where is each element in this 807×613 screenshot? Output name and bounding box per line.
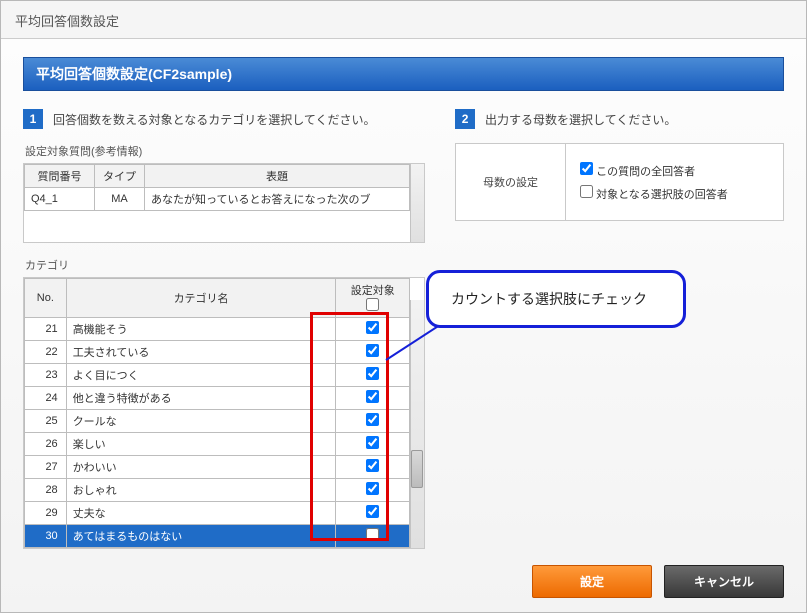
table-row[interactable]: 30あてはまるものはない	[25, 525, 410, 548]
table-row[interactable]: 29丈夫な	[25, 502, 410, 525]
cat-cell-name: 楽しい	[66, 433, 336, 456]
reference-label: 設定対象質問(参考情報)	[25, 143, 425, 159]
callout-bubble: カウントする選択肢にチェック	[426, 270, 686, 328]
cat-cell-no: 28	[25, 479, 67, 502]
cat-cell-target	[336, 364, 410, 387]
denom-option-2[interactable]: 対象となる選択肢の回答者	[580, 185, 769, 202]
cat-cell-no: 30	[25, 525, 67, 548]
reference-table: 質問番号 タイプ 表題 Q4_1 MA あなたが知っているとお答えになった次のブ	[24, 164, 410, 211]
step-2-text: 出力する母数を選択してください。	[485, 111, 676, 128]
ref-scrollbar[interactable]	[410, 164, 424, 242]
ref-cell-qno: Q4_1	[25, 188, 95, 211]
cat-header-name[interactable]: カテゴリ名	[66, 279, 336, 318]
cat-scrollbar-thumb[interactable]	[411, 450, 423, 488]
cat-row-checkbox[interactable]	[366, 413, 379, 426]
cat-header-target: 設定対象	[336, 279, 410, 318]
category-table-wrap: No. カテゴリ名 設定対象 21高機能そう22工夫されている23よく目につく2…	[23, 277, 425, 549]
cat-cell-name: クールな	[66, 410, 336, 433]
columns: 1 回答個数を数える対象となるカテゴリを選択してください。 設定対象質問(参考情…	[23, 109, 784, 549]
denom-option-1[interactable]: この質問の全回答者	[580, 162, 769, 179]
table-row[interactable]: 26楽しい	[25, 433, 410, 456]
cat-row-checkbox[interactable]	[366, 505, 379, 518]
cat-row-checkbox[interactable]	[366, 344, 379, 357]
cat-cell-name: かわいい	[66, 456, 336, 479]
table-row[interactable]: 24他と違う特徴がある	[25, 387, 410, 410]
step-1-text: 回答個数を数える対象となるカテゴリを選択してください。	[53, 111, 376, 128]
cat-cell-no: 25	[25, 410, 67, 433]
cat-header-checkbox[interactable]	[366, 298, 379, 311]
cat-cell-no: 21	[25, 318, 67, 341]
window: 平均回答個数設定 平均回答個数設定(CF2sample) 1 回答個数を数える対…	[0, 0, 807, 613]
cat-cell-target	[336, 456, 410, 479]
cat-cell-no: 26	[25, 433, 67, 456]
ok-button[interactable]: 設定	[532, 565, 652, 598]
page-title-bar: 平均回答個数設定(CF2sample)	[23, 57, 784, 91]
step-1-row: 1 回答個数を数える対象となるカテゴリを選択してください。	[23, 109, 425, 129]
cat-cell-target	[336, 318, 410, 341]
category-label: カテゴリ	[25, 257, 425, 273]
callout-text: カウントする選択肢にチェック	[451, 291, 647, 307]
table-row[interactable]: 25クールな	[25, 410, 410, 433]
ref-cell-title: あなたが知っているとお答えになった次のブ	[145, 188, 410, 211]
denominator-panel: 母数の設定 この質問の全回答者 対象となる選択肢の回答者	[455, 143, 784, 221]
cat-cell-no: 22	[25, 341, 67, 364]
cat-cell-target	[336, 433, 410, 456]
cat-cell-name: おしゃれ	[66, 479, 336, 502]
cat-row-checkbox[interactable]	[366, 528, 379, 541]
table-row[interactable]: 21高機能そう	[25, 318, 410, 341]
denominator-label: 母数の設定	[456, 144, 566, 220]
cat-cell-target	[336, 410, 410, 433]
cat-cell-name: よく目につく	[66, 364, 336, 387]
table-row[interactable]: 22工夫されている	[25, 341, 410, 364]
cat-cell-target	[336, 525, 410, 548]
denominator-options: この質問の全回答者 対象となる選択肢の回答者	[566, 144, 783, 220]
cat-cell-name: 工夫されている	[66, 341, 336, 364]
left-column: 1 回答個数を数える対象となるカテゴリを選択してください。 設定対象質問(参考情…	[23, 109, 425, 549]
cat-row-checkbox[interactable]	[366, 367, 379, 380]
cat-row-checkbox[interactable]	[366, 390, 379, 403]
cat-cell-name: 丈夫な	[66, 502, 336, 525]
denom-option-2-label: 対象となる選択肢の回答者	[596, 189, 728, 201]
cat-row-checkbox[interactable]	[366, 482, 379, 495]
cat-cell-target	[336, 479, 410, 502]
window-title: 平均回答個数設定	[1, 1, 806, 39]
denom-checkbox-2[interactable]	[580, 185, 593, 198]
cat-cell-no: 24	[25, 387, 67, 410]
footer: 設定 キャンセル	[532, 565, 784, 598]
cat-header-target-label: 設定対象	[342, 282, 403, 298]
cat-cell-name: 他と違う特徴がある	[66, 387, 336, 410]
cat-cell-no: 23	[25, 364, 67, 387]
ref-header-qno[interactable]: 質問番号	[25, 165, 95, 188]
cat-row-checkbox[interactable]	[366, 321, 379, 334]
category-table: No. カテゴリ名 設定対象 21高機能そう22工夫されている23よく目につく2…	[24, 278, 410, 548]
cat-cell-no: 29	[25, 502, 67, 525]
reference-table-wrap: 質問番号 タイプ 表題 Q4_1 MA あなたが知っているとお答えになった次のブ	[23, 163, 425, 243]
cat-row-checkbox[interactable]	[366, 459, 379, 472]
cat-header-no[interactable]: No.	[25, 279, 67, 318]
table-row[interactable]: 27かわいい	[25, 456, 410, 479]
denom-option-1-label: この質問の全回答者	[596, 166, 695, 178]
table-row[interactable]: 28おしゃれ	[25, 479, 410, 502]
step-2-badge: 2	[455, 109, 475, 129]
ref-header-type[interactable]: タイプ	[95, 165, 145, 188]
cancel-button[interactable]: キャンセル	[664, 565, 784, 598]
step-1-badge: 1	[23, 109, 43, 129]
ref-row[interactable]: Q4_1 MA あなたが知っているとお答えになった次のブ	[25, 188, 410, 211]
content-area: 平均回答個数設定(CF2sample) 1 回答個数を数える対象となるカテゴリを…	[1, 39, 806, 612]
ref-header-title[interactable]: 表題	[145, 165, 410, 188]
cat-cell-name: あてはまるものはない	[66, 525, 336, 548]
ref-cell-type: MA	[95, 188, 145, 211]
step-2-row: 2 出力する母数を選択してください。	[455, 109, 784, 129]
right-column: 2 出力する母数を選択してください。 母数の設定 この質問の全回答者 対象となる…	[455, 109, 784, 549]
cat-cell-target	[336, 387, 410, 410]
table-row[interactable]: 23よく目につく	[25, 364, 410, 387]
cat-cell-name: 高機能そう	[66, 318, 336, 341]
cat-cell-target	[336, 502, 410, 525]
denom-checkbox-1[interactable]	[580, 162, 593, 175]
cat-row-checkbox[interactable]	[366, 436, 379, 449]
cat-cell-no: 27	[25, 456, 67, 479]
